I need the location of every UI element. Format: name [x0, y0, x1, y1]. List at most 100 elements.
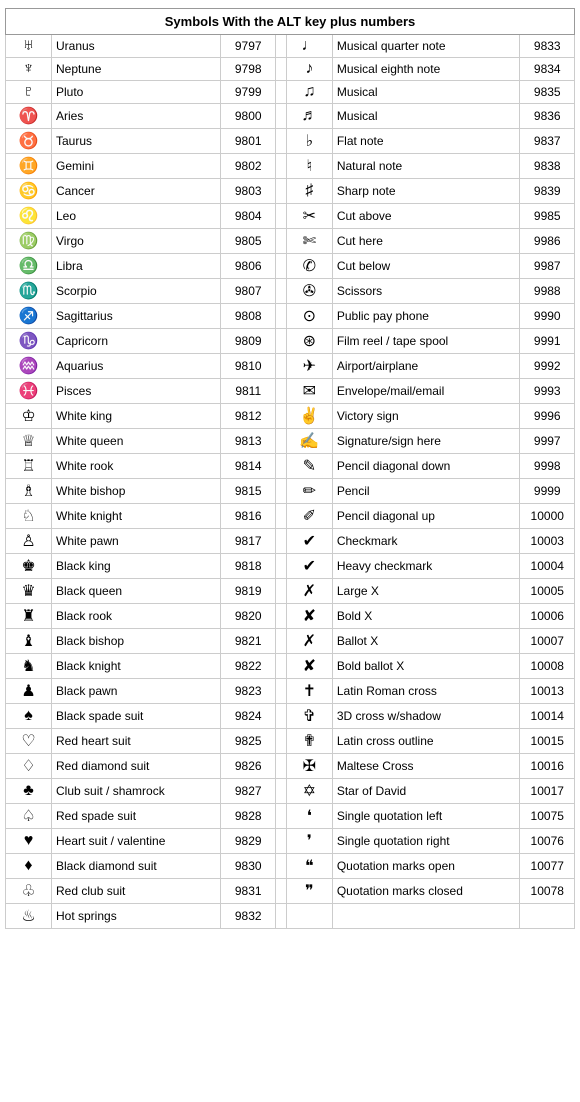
left-symbol-cell: ♔ [6, 404, 52, 429]
divider-cell [275, 35, 286, 58]
table-row: ♆Neptune9798♪Musical eighth note9834 [6, 58, 575, 81]
right-code-cell: 10014 [520, 704, 575, 729]
table-row: ♈Aries9800♬Musical9836 [6, 104, 575, 129]
divider-cell [275, 654, 286, 679]
left-symbol-cell: ♥ [6, 829, 52, 854]
divider-cell [275, 479, 286, 504]
left-symbol-cell: ♒ [6, 354, 52, 379]
right-name-cell: Scissors [332, 279, 520, 304]
divider-cell [275, 204, 286, 229]
left-name-cell: Black rook [52, 604, 221, 629]
left-name-cell: Red spade suit [52, 804, 221, 829]
left-code-cell: 9826 [221, 754, 275, 779]
left-code-cell: 9804 [221, 204, 275, 229]
left-name-cell: Hot springs [52, 904, 221, 929]
left-symbol-cell: ♆ [6, 58, 52, 81]
right-code-cell: 10000 [520, 504, 575, 529]
left-code-cell: 9823 [221, 679, 275, 704]
left-symbol-cell: ♦ [6, 854, 52, 879]
table-row: ♟Black pawn9823✝Latin Roman cross10013 [6, 679, 575, 704]
divider-cell [275, 754, 286, 779]
table-row: ♊Gemini9802♮Natural note9838 [6, 154, 575, 179]
table-row: ♠Black spade suit9824✞3D cross w/shadow1… [6, 704, 575, 729]
divider-cell [275, 904, 286, 929]
right-code-cell: 9833 [520, 35, 575, 58]
table-row: ♐Sagittarius9808⊙Public pay phone9990 [6, 304, 575, 329]
left-name-cell: Libra [52, 254, 221, 279]
right-symbol-cell: ✠ [286, 754, 332, 779]
right-name-cell: Quotation marks closed [332, 879, 520, 904]
left-symbol-cell: ♤ [6, 804, 52, 829]
left-name-cell: Aries [52, 104, 221, 129]
right-name-cell: Pencil diagonal down [332, 454, 520, 479]
divider-cell [275, 829, 286, 854]
table-row: ♧Red club suit9831❞Quotation marks close… [6, 879, 575, 904]
divider-cell [275, 529, 286, 554]
right-code-cell: 9838 [520, 154, 575, 179]
right-code-cell: 10017 [520, 779, 575, 804]
table-row: ♌Leo9804✂Cut above9985 [6, 204, 575, 229]
table-row: ♢Red diamond suit9826✠Maltese Cross10016 [6, 754, 575, 779]
right-code-cell: 9836 [520, 104, 575, 129]
left-symbol-cell: ♊ [6, 154, 52, 179]
left-name-cell: Red heart suit [52, 729, 221, 754]
table-row: ♝Black bishop9821✗Ballot X10007 [6, 629, 575, 654]
right-symbol-cell: ⊛ [286, 329, 332, 354]
divider-cell [275, 779, 286, 804]
table-row: ♥Heart suit / valentine9829❜Single quota… [6, 829, 575, 854]
left-name-cell: Club suit / shamrock [52, 779, 221, 804]
right-name-cell: Bold ballot X [332, 654, 520, 679]
right-symbol-cell: ✏ [286, 479, 332, 504]
left-symbol-cell: ♖ [6, 454, 52, 479]
right-name-cell: Musical [332, 104, 520, 129]
left-symbol-cell: ♉ [6, 129, 52, 154]
right-symbol-cell: ❜ [286, 829, 332, 854]
left-name-cell: Pluto [52, 81, 221, 104]
table-row: ♑Capricorn9809⊛Film reel / tape spool999… [6, 329, 575, 354]
table-row: ♇Pluto9799♫Musical9835 [6, 81, 575, 104]
divider-cell [275, 804, 286, 829]
left-code-cell: 9817 [221, 529, 275, 554]
right-name-cell: Pencil [332, 479, 520, 504]
right-name-cell: Single quotation right [332, 829, 520, 854]
divider-cell [275, 629, 286, 654]
right-name-cell: Cut below [332, 254, 520, 279]
right-name-cell: Cut above [332, 204, 520, 229]
right-name-cell: 3D cross w/shadow [332, 704, 520, 729]
right-name-cell: Single quotation left [332, 804, 520, 829]
right-symbol-cell: ♬ [286, 104, 332, 129]
divider-cell [275, 604, 286, 629]
right-code-cell: 10075 [520, 804, 575, 829]
right-code-cell: 9837 [520, 129, 575, 154]
right-code-cell: 10003 [520, 529, 575, 554]
divider-cell [275, 854, 286, 879]
table-row: ♒Aquarius9810✈Airport/airplane9992 [6, 354, 575, 379]
left-name-cell: Black pawn [52, 679, 221, 704]
right-symbol-cell: ✘ [286, 654, 332, 679]
left-symbol-cell: ♣ [6, 779, 52, 804]
right-symbol-cell: ✇ [286, 279, 332, 304]
left-name-cell: Black knight [52, 654, 221, 679]
left-name-cell: White king [52, 404, 221, 429]
left-symbol-cell: ♞ [6, 654, 52, 679]
left-name-cell: Gemini [52, 154, 221, 179]
right-symbol-cell: ✟ [286, 729, 332, 754]
right-symbol-cell: ♫ [286, 81, 332, 104]
right-code-cell: 10007 [520, 629, 575, 654]
left-code-cell: 9809 [221, 329, 275, 354]
left-name-cell: Capricorn [52, 329, 221, 354]
table-row: ♦Black diamond suit9830❝Quotation marks … [6, 854, 575, 879]
right-code-cell: 10004 [520, 554, 575, 579]
left-name-cell: Black king [52, 554, 221, 579]
right-name-cell: Latin Roman cross [332, 679, 520, 704]
right-name-cell: Musical eighth note [332, 58, 520, 81]
table-row: ♘White knight9816✐Pencil diagonal up1000… [6, 504, 575, 529]
right-code-cell: 10006 [520, 604, 575, 629]
right-code-cell: 10076 [520, 829, 575, 854]
right-symbol-cell: ✂ [286, 204, 332, 229]
right-symbol-cell: ⊙ [286, 304, 332, 329]
right-name-cell: Victory sign [332, 404, 520, 429]
right-code-cell: 10016 [520, 754, 575, 779]
left-symbol-cell: ♐ [6, 304, 52, 329]
divider-cell [275, 279, 286, 304]
